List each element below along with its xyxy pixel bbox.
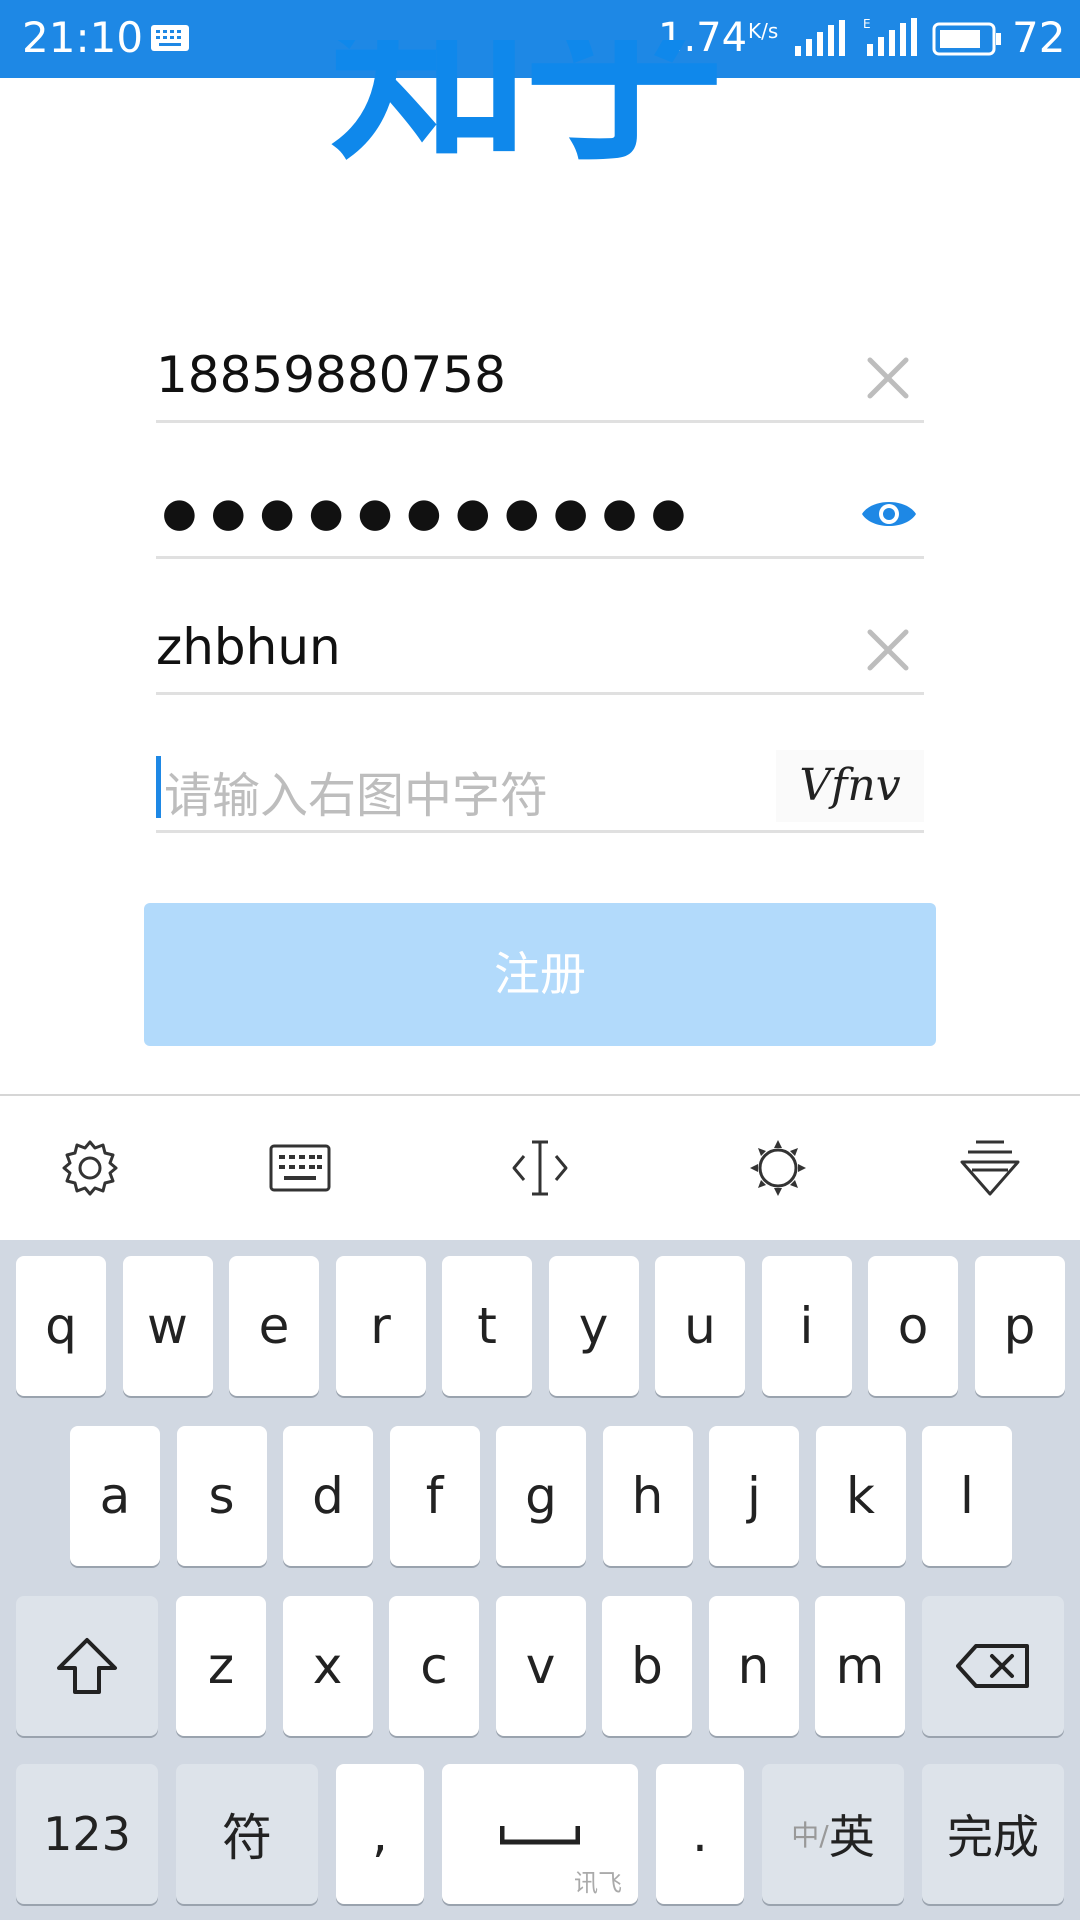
battery-percent: 72 (1012, 13, 1066, 62)
numbers-key[interactable]: 123 (16, 1764, 158, 1904)
phone-underline (156, 420, 924, 423)
signal-icon (795, 20, 845, 56)
key-v[interactable]: v (495, 1596, 586, 1736)
key-t[interactable]: t (442, 1256, 532, 1396)
space-key[interactable]: 讯飞 (442, 1764, 638, 1904)
key-g[interactable]: g (496, 1426, 586, 1566)
hide-keyboard-icon[interactable] (958, 1136, 1022, 1200)
comma-key[interactable]: , (336, 1764, 424, 1904)
clear-icon[interactable] (864, 626, 912, 674)
key-e[interactable]: e (229, 1256, 319, 1396)
captcha-image[interactable]: Vfnv (776, 750, 924, 822)
key-n[interactable]: n (708, 1596, 799, 1736)
space-sub-label: 讯飞 (574, 1869, 622, 1897)
key-x[interactable]: x (282, 1596, 373, 1736)
key-y[interactable]: y (548, 1256, 639, 1396)
phone-input[interactable]: 18859880758 (156, 346, 506, 404)
keyboard-toolbar (0, 1094, 1080, 1240)
zhihu-logo-text: 知乎 (330, 40, 724, 188)
cursor-move-icon[interactable] (508, 1136, 572, 1200)
symbol-key[interactable]: 符 (176, 1764, 318, 1904)
username-field[interactable]: zhbhun (156, 612, 924, 696)
key-h[interactable]: h (602, 1426, 693, 1566)
password-underline (156, 556, 924, 559)
key-d[interactable]: d (283, 1426, 373, 1566)
key-o[interactable]: o (868, 1256, 958, 1396)
period-key[interactable]: . (656, 1764, 744, 1904)
zhihu-logo: 知乎 (330, 40, 750, 210)
keyboard-icon (151, 25, 189, 51)
password-field[interactable]: ●●●●●●●●●●● (156, 476, 924, 560)
clear-icon[interactable] (864, 354, 912, 402)
password-input[interactable]: ●●●●●●●●●●● (162, 490, 700, 536)
language-switch-main: 英 (828, 1810, 875, 1864)
battery-icon (932, 22, 1001, 56)
soft-keyboard: 123 符 , 讯飞 . 中/英 完成 qwertyuiop asdfghjkl z… (0, 1240, 1080, 1920)
phone-field[interactable]: 18859880758 (156, 340, 924, 424)
language-switch-key[interactable]: 中/英 (762, 1764, 904, 1904)
key-f[interactable]: f (389, 1426, 480, 1566)
username-input[interactable]: zhbhun (156, 618, 341, 676)
space-icon (500, 1826, 580, 1845)
key-m[interactable]: m (815, 1596, 905, 1736)
key-j[interactable]: j (709, 1426, 799, 1566)
key-b[interactable]: b (602, 1596, 692, 1736)
shift-icon (57, 1638, 117, 1694)
key-u[interactable]: u (655, 1256, 745, 1396)
key-q[interactable]: q (16, 1256, 106, 1396)
backspace-key[interactable] (922, 1596, 1064, 1736)
key-z[interactable]: z (176, 1596, 266, 1736)
key-p[interactable]: p (974, 1256, 1065, 1396)
text-cursor (156, 756, 161, 818)
eye-icon[interactable] (860, 494, 918, 534)
register-button[interactable]: 注册 (144, 903, 936, 1046)
svg-text:E: E (863, 17, 871, 31)
captcha-field[interactable]: 请输入右图中字符 Vfnv (156, 748, 924, 834)
status-time: 21:10 (22, 13, 144, 62)
captcha-input[interactable]: 请输入右图中字符 (164, 756, 548, 826)
key-w[interactable]: w (122, 1256, 213, 1396)
skin-sun-icon[interactable] (746, 1136, 810, 1200)
username-underline (156, 692, 924, 695)
settings-gear-icon[interactable] (58, 1136, 122, 1200)
key-k[interactable]: k (815, 1426, 906, 1566)
key-r[interactable]: r (335, 1256, 426, 1396)
shift-key[interactable] (16, 1596, 158, 1736)
key-a[interactable]: a (70, 1426, 160, 1566)
language-switch-small: 中/ (791, 1819, 829, 1852)
signal-4g-icon: E (863, 17, 917, 56)
key-s[interactable]: s (176, 1426, 267, 1566)
key-i[interactable]: i (761, 1256, 852, 1396)
done-key[interactable]: 完成 (922, 1764, 1064, 1904)
backspace-icon (956, 1644, 1029, 1688)
captcha-underline (156, 830, 924, 833)
network-speed-unit: K/s (748, 19, 779, 43)
key-l[interactable]: l (922, 1426, 1012, 1566)
keyboard-icon[interactable] (268, 1136, 332, 1200)
key-c[interactable]: c (389, 1596, 479, 1736)
